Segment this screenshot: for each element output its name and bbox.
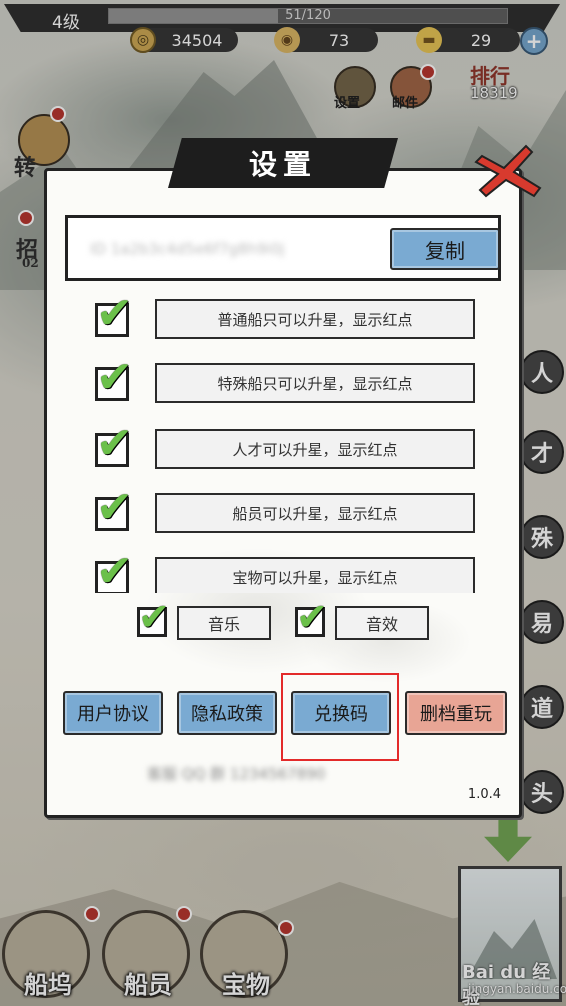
option-row: ✔ 特殊船只可以升星，显示红点 <box>95 356 475 409</box>
sfx-toggle-row: ✔ 音效 <box>295 598 435 643</box>
check-icon: ✔ <box>96 546 133 594</box>
music-label: 音乐 <box>177 606 271 640</box>
copy-button[interactable]: 复制 <box>390 228 500 270</box>
option-label: 特殊船只可以升星，显示红点 <box>155 363 475 403</box>
support-info-text: 客服 QQ 群 1234567890 <box>147 765 326 783</box>
music-checkbox[interactable]: ✔ <box>137 598 170 637</box>
option-row: ✔ 船员可以升星，显示红点 <box>95 486 475 539</box>
close-icon[interactable] <box>474 142 544 200</box>
option-checkbox[interactable]: ✔ <box>95 356 133 401</box>
dialog-title-banner: 设置 <box>168 138 398 188</box>
privacy-policy-button[interactable]: 隐私政策 <box>177 691 277 735</box>
check-icon: ✔ <box>296 595 328 639</box>
check-icon: ✔ <box>138 595 170 639</box>
option-label: 普通船只可以升星，显示红点 <box>155 299 475 339</box>
option-row: ✔ 普通船只可以升星，显示红点 <box>95 292 475 345</box>
settings-dialog: ID 1a2b3c4d5e6f7g8h9i0j 复制 ✔ 普通船只可以升星，显示… <box>44 168 522 818</box>
option-label: 宝物可以升星，显示红点 <box>155 557 475 593</box>
red-dot-options-list[interactable]: ✔ 普通船只可以升星，显示红点 ✔ 特殊船只可以升星，显示红点 ✔ 人才可以升星… <box>47 289 525 593</box>
option-label: 人才可以升星，显示红点 <box>155 429 475 469</box>
highlight-box <box>281 673 399 761</box>
check-icon: ✔ <box>96 289 133 339</box>
option-checkbox[interactable]: ✔ <box>95 550 133 593</box>
option-row: ✔ 人才可以升星，显示红点 <box>95 422 475 475</box>
sfx-label: 音效 <box>335 606 429 640</box>
delete-restart-button[interactable]: 删档重玩 <box>405 691 507 735</box>
player-id-box: ID 1a2b3c4d5e6f7g8h9i0j 复制 <box>65 215 501 281</box>
music-toggle-row: ✔ 音乐 <box>137 598 277 643</box>
user-agreement-button[interactable]: 用户协议 <box>63 691 163 735</box>
option-checkbox[interactable]: ✔ <box>95 422 133 467</box>
check-icon: ✔ <box>96 418 133 469</box>
check-icon: ✔ <box>96 482 133 533</box>
sfx-checkbox[interactable]: ✔ <box>295 598 328 637</box>
option-checkbox[interactable]: ✔ <box>95 292 133 337</box>
player-id-text: ID 1a2b3c4d5e6f7g8h9i0j <box>90 240 285 258</box>
check-icon: ✔ <box>96 352 133 403</box>
option-checkbox[interactable]: ✔ <box>95 486 133 531</box>
option-label: 船员可以升星，显示红点 <box>155 493 475 533</box>
option-row: ✔ 宝物可以升星，显示红点 <box>95 550 475 593</box>
dialog-title: 设置 <box>248 148 317 181</box>
version-label: 1.0.4 <box>467 787 501 802</box>
